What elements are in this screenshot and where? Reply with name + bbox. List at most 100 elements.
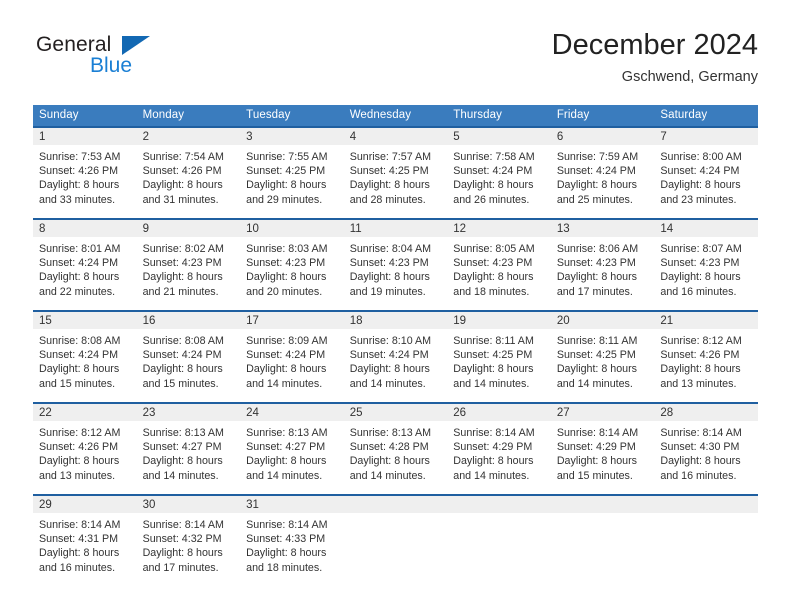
calendar-day-cell[interactable]: 6 Sunrise: 7:59 AM Sunset: 4:24 PM Daylight… (550, 126, 655, 219)
calendar-day-cell[interactable]: 21 Sunrise: 8:12 AM Sunset: 4:26 PM Dayligh… (654, 310, 758, 403)
calendar-day-cell[interactable]: 7 Sunrise: 8:00 AM Sunset: 4:24 PM Daylight… (654, 126, 758, 219)
day-number: 21 (654, 312, 758, 329)
sunset-time: Sunset: 4:23 PM (453, 257, 533, 270)
day-details: Sunrise: 8:14 AM Sunset: 4:29 PM Daylight:… (551, 421, 655, 483)
sunrise-time: Sunrise: 8:14 AM (246, 519, 328, 531)
calendar-day-cell[interactable]: 17 Sunrise: 8:09 AM Sunset: 4:24 PM Dayligh… (240, 310, 344, 403)
day-number: 19 (447, 312, 551, 329)
calendar-day-cell[interactable]: 29 Sunrise: 8:14 AM Sunset: 4:31 PM Dayligh… (33, 494, 137, 586)
calendar-day-cell[interactable]: 9 Sunrise: 8:02 AM Sunset: 4:23 PM Daylight… (136, 218, 241, 311)
weekday-header-tuesday: Tuesday (240, 105, 344, 127)
day-number: 27 (550, 404, 655, 421)
daylight-duration-line2: and 13 minutes. (660, 377, 737, 390)
day-number: 1 (33, 128, 137, 145)
day-details: Sunrise: 8:06 AM Sunset: 4:23 PM Daylight:… (551, 237, 655, 299)
calendar-day-cell[interactable]: 23 Sunrise: 8:13 AM Sunset: 4:27 PM Dayligh… (136, 402, 241, 495)
day-details: Sunrise: 8:13 AM Sunset: 4:28 PM Daylight:… (344, 421, 448, 483)
calendar-day-cell[interactable]: 24 Sunrise: 8:13 AM Sunset: 4:27 PM Dayligh… (240, 402, 344, 495)
calendar-week-row: 22 Sunrise: 8:12 AM Sunset: 4:26 PM Dayligh… (33, 402, 758, 495)
general-blue-logo[interactable]: General Blue (36, 33, 196, 89)
sunrise-time: Sunrise: 8:14 AM (39, 519, 121, 531)
daylight-duration-line1: Daylight: 8 hours (142, 455, 223, 468)
calendar-day-cell[interactable]: 20 Sunrise: 8:11 AM Sunset: 4:25 PM Dayligh… (550, 310, 655, 403)
day-cell-inner: 25 Sunrise: 8:13 AM Sunset: 4:28 PM Dayligh… (343, 404, 448, 494)
calendar-day-cell[interactable]: 25 Sunrise: 8:13 AM Sunset: 4:28 PM Dayligh… (343, 402, 448, 495)
daylight-duration-line2: and 15 minutes. (556, 469, 633, 482)
day-cell-inner: 28 Sunrise: 8:14 AM Sunset: 4:30 PM Dayligh… (654, 404, 758, 494)
calendar-day-cell[interactable]: 13 Sunrise: 8:06 AM Sunset: 4:23 PM Dayligh… (550, 218, 655, 311)
page-title: December 2024 (551, 29, 758, 61)
daylight-duration-line2: and 15 minutes. (142, 377, 219, 390)
sunrise-time: Sunrise: 7:59 AM (556, 151, 639, 163)
calendar-day-cell[interactable]: 2 Sunrise: 7:54 AM Sunset: 4:26 PM Daylight… (136, 126, 241, 219)
calendar-day-cell[interactable]: 11 Sunrise: 8:04 AM Sunset: 4:23 PM Dayligh… (343, 218, 448, 311)
daylight-duration-line1: Daylight: 8 hours (453, 179, 534, 192)
calendar-day-cell-empty (447, 494, 551, 586)
day-details: Sunrise: 8:12 AM Sunset: 4:26 PM Daylight:… (654, 329, 758, 391)
calendar-day-cell[interactable]: 22 Sunrise: 8:12 AM Sunset: 4:26 PM Dayligh… (33, 402, 137, 495)
calendar-day-cell[interactable]: 5 Sunrise: 7:58 AM Sunset: 4:24 PM Daylight… (447, 126, 551, 219)
daylight-duration-line2: and 14 minutes. (246, 469, 323, 482)
sunset-time: Sunset: 4:25 PM (453, 349, 533, 362)
day-details: Sunrise: 7:57 AM Sunset: 4:25 PM Daylight:… (344, 145, 448, 207)
daylight-duration-line1: Daylight: 8 hours (660, 363, 741, 376)
sunset-time: Sunset: 4:26 PM (39, 441, 119, 454)
sunrise-time: Sunrise: 8:13 AM (349, 427, 432, 439)
day-details: Sunrise: 8:02 AM Sunset: 4:23 PM Daylight:… (137, 237, 241, 299)
day-number: 23 (136, 404, 241, 421)
sunrise-time: Sunrise: 7:54 AM (142, 151, 224, 163)
sunrise-time: Sunrise: 8:11 AM (556, 335, 638, 347)
day-details: Sunrise: 8:14 AM Sunset: 4:30 PM Daylight:… (654, 421, 758, 483)
sunset-time: Sunset: 4:25 PM (246, 165, 326, 178)
calendar-day-cell[interactable]: 26 Sunrise: 8:14 AM Sunset: 4:29 PM Dayligh… (447, 402, 551, 495)
sunrise-time: Sunrise: 8:04 AM (349, 243, 432, 255)
day-number: 13 (550, 220, 655, 237)
calendar-page: General Blue December 2024 Gschwend, Ger… (0, 0, 792, 612)
daylight-duration-line1: Daylight: 8 hours (453, 363, 534, 376)
daylight-duration-line1: Daylight: 8 hours (39, 179, 120, 192)
day-cell-inner: 29 Sunrise: 8:14 AM Sunset: 4:31 PM Dayligh… (33, 496, 137, 586)
day-cell-inner: 3 Sunrise: 7:55 AM Sunset: 4:25 PM Daylight… (240, 128, 344, 218)
sunrise-time: Sunrise: 8:14 AM (556, 427, 639, 439)
sunset-time: Sunset: 4:28 PM (349, 441, 429, 454)
page-header: General Blue December 2024 Gschwend, Ger… (33, 28, 758, 94)
day-number: 30 (136, 496, 241, 513)
sunrise-time: Sunrise: 8:11 AM (453, 335, 534, 347)
sunset-time: Sunset: 4:27 PM (142, 441, 222, 454)
daylight-duration-line1: Daylight: 8 hours (453, 271, 534, 284)
calendar-day-cell[interactable]: 30 Sunrise: 8:14 AM Sunset: 4:32 PM Dayligh… (136, 494, 241, 586)
calendar-day-cell[interactable]: 3 Sunrise: 7:55 AM Sunset: 4:25 PM Daylight… (240, 126, 344, 219)
calendar-day-cell[interactable]: 12 Sunrise: 8:05 AM Sunset: 4:23 PM Dayligh… (447, 218, 551, 311)
calendar-day-cell[interactable]: 19 Sunrise: 8:11 AM Sunset: 4:25 PM Dayligh… (447, 310, 551, 403)
calendar-day-cell[interactable]: 27 Sunrise: 8:14 AM Sunset: 4:29 PM Dayligh… (550, 402, 655, 495)
calendar-day-cell-empty (343, 494, 448, 586)
calendar-day-cell[interactable]: 15 Sunrise: 8:08 AM Sunset: 4:24 PM Dayligh… (33, 310, 137, 403)
day-cell-inner: 1 Sunrise: 7:53 AM Sunset: 4:26 PM Daylight… (33, 128, 137, 218)
sunset-time: Sunset: 4:26 PM (142, 165, 222, 178)
day-cell-inner: 30 Sunrise: 8:14 AM Sunset: 4:32 PM Dayligh… (136, 496, 241, 586)
day-details: Sunrise: 8:05 AM Sunset: 4:23 PM Daylight:… (447, 237, 551, 299)
calendar-header-row: Sunday Monday Tuesday Wednesday Thursday… (33, 105, 758, 127)
daylight-duration-line2: and 28 minutes. (349, 193, 426, 206)
day-cell-inner: 4 Sunrise: 7:57 AM Sunset: 4:25 PM Daylight… (343, 128, 448, 218)
daylight-duration-line1: Daylight: 8 hours (556, 455, 638, 468)
day-cell-inner: 13 Sunrise: 8:06 AM Sunset: 4:23 PM Dayligh… (550, 220, 655, 310)
calendar-day-cell[interactable]: 4 Sunrise: 7:57 AM Sunset: 4:25 PM Daylight… (343, 126, 448, 219)
calendar-day-cell[interactable]: 31 Sunrise: 8:14 AM Sunset: 4:33 PM Dayligh… (240, 494, 344, 586)
day-cell-inner: 20 Sunrise: 8:11 AM Sunset: 4:25 PM Dayligh… (550, 312, 655, 402)
calendar-day-cell[interactable]: 28 Sunrise: 8:14 AM Sunset: 4:30 PM Dayligh… (654, 402, 758, 495)
daylight-duration-line1: Daylight: 8 hours (556, 363, 638, 376)
calendar-day-cell[interactable]: 8 Sunrise: 8:01 AM Sunset: 4:24 PM Daylight… (33, 218, 137, 311)
daylight-duration-line2: and 31 minutes. (142, 193, 219, 206)
calendar-day-cell[interactable]: 1 Sunrise: 7:53 AM Sunset: 4:26 PM Daylight… (33, 126, 137, 219)
day-number: 22 (33, 404, 137, 421)
calendar-day-cell[interactable]: 18 Sunrise: 8:10 AM Sunset: 4:24 PM Dayligh… (343, 310, 448, 403)
day-number: 20 (550, 312, 655, 329)
daylight-duration-line1: Daylight: 8 hours (39, 455, 120, 468)
calendar-day-cell[interactable]: 16 Sunrise: 8:08 AM Sunset: 4:24 PM Dayligh… (136, 310, 241, 403)
sunrise-time: Sunrise: 8:14 AM (660, 427, 742, 439)
calendar-day-cell[interactable]: 10 Sunrise: 8:03 AM Sunset: 4:23 PM Dayligh… (240, 218, 344, 311)
sunrise-time: Sunrise: 8:08 AM (39, 335, 121, 347)
logo-text-blue: Blue (90, 54, 133, 77)
calendar-day-cell[interactable]: 14 Sunrise: 8:07 AM Sunset: 4:23 PM Dayligh… (654, 218, 758, 311)
